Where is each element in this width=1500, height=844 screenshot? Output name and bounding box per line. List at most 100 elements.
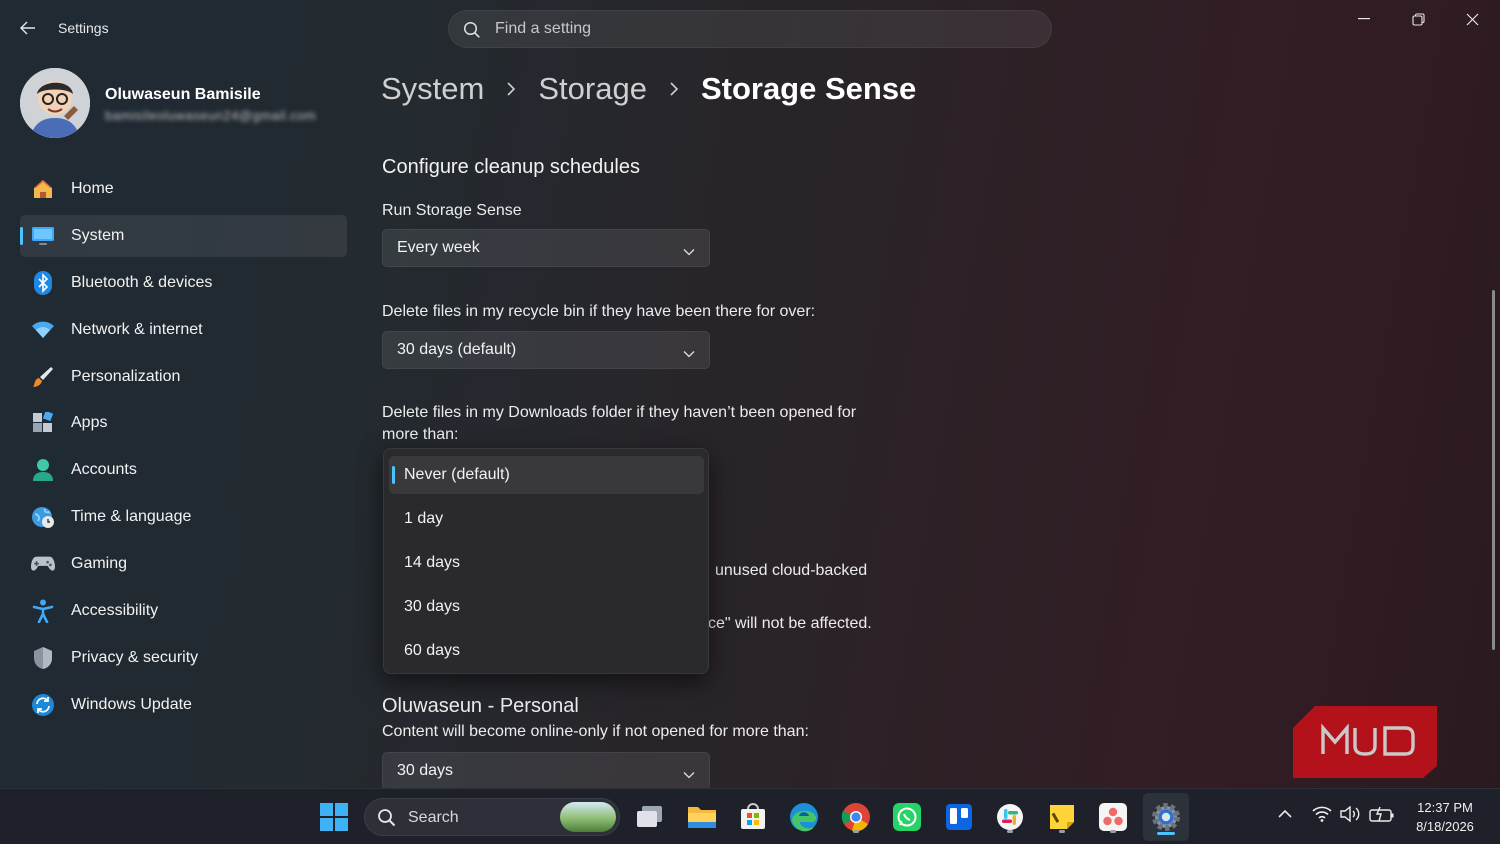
- trello-icon[interactable]: [941, 799, 977, 835]
- active-indicator: [1157, 832, 1175, 835]
- taskbar: Search 12:37 PM 8/18/2026: [0, 788, 1500, 844]
- accessibility-icon: [31, 599, 55, 624]
- sidebar-item-label: System: [71, 226, 125, 244]
- wifi-icon: [31, 318, 55, 342]
- whatsapp-icon[interactable]: [889, 799, 925, 835]
- content-scrollbar[interactable]: [1492, 290, 1495, 650]
- chevron-down-icon: [683, 766, 695, 784]
- chevron-down-icon: [683, 243, 695, 261]
- onedrive-label: Content will become online-only if not o…: [382, 723, 809, 740]
- breadcrumb: System Storage Storage Sense: [381, 68, 916, 110]
- home-icon: [31, 177, 55, 201]
- sidebar-item-bluetooth[interactable]: Bluetooth & devices: [20, 262, 347, 304]
- app-title: Settings: [58, 20, 109, 36]
- sidebar-item-home[interactable]: Home: [20, 168, 347, 210]
- user-profile[interactable]: Oluwaseun Bamisile bamisileoluwaseun24@g…: [20, 68, 350, 140]
- task-view-icon[interactable]: [632, 799, 668, 835]
- close-button[interactable]: [1449, 6, 1495, 32]
- restore-icon: [1411, 12, 1425, 26]
- taskbar-search-label: Search: [408, 809, 459, 826]
- sidebar-item-label: Apps: [71, 414, 108, 432]
- show-hidden-icons-button[interactable]: [1277, 807, 1293, 825]
- sidebar-item-windows-update[interactable]: Windows Update: [20, 684, 347, 726]
- minimize-button[interactable]: [1341, 6, 1387, 32]
- sidebar-item-label: Privacy & security: [71, 648, 199, 666]
- windows-logo-icon: [320, 803, 348, 831]
- muo-logo: [1293, 706, 1437, 778]
- sticky-notes-icon[interactable]: [1044, 799, 1080, 835]
- sidebar-item-time-language[interactable]: Time & language: [20, 496, 347, 538]
- taskbar-search[interactable]: Search: [364, 798, 620, 836]
- dropdown-value: Every week: [397, 239, 480, 256]
- onedrive-account-title: Oluwaseun - Personal: [382, 695, 579, 717]
- dropdown-option-60-days[interactable]: 60 days: [389, 632, 704, 670]
- sidebar-item-label: Accounts: [71, 461, 137, 479]
- sidebar-item-label: Accessibility: [71, 602, 159, 620]
- gamepad-icon: [31, 552, 55, 576]
- sidebar-item-accounts[interactable]: Accounts: [20, 449, 347, 491]
- back-button[interactable]: [14, 16, 42, 40]
- restore-button[interactable]: [1395, 6, 1441, 32]
- dropdown-option-14-days[interactable]: 14 days: [389, 544, 704, 582]
- downloads-dropdown-menu: Never (default) 1 day 14 days 30 days 60…: [383, 448, 709, 674]
- file-explorer-icon[interactable]: [684, 799, 720, 835]
- cloud-content-text: unused cloud-backed: [715, 562, 868, 579]
- sidebar-item-network[interactable]: Network & internet: [20, 309, 347, 351]
- close-icon: [1466, 13, 1478, 25]
- breadcrumb-storage[interactable]: Storage: [538, 71, 647, 107]
- run-storage-sense-dropdown[interactable]: Every week: [382, 229, 710, 267]
- edge-icon[interactable]: [786, 799, 822, 835]
- sidebar-item-privacy[interactable]: Privacy & security: [20, 637, 347, 679]
- running-indicator: [1110, 830, 1116, 833]
- sidebar-item-label: Home: [71, 180, 114, 197]
- system-clock[interactable]: 12:37 PM 8/18/2026: [1402, 798, 1488, 836]
- search-icon: [463, 21, 481, 44]
- monitor-icon: [31, 224, 55, 248]
- dropdown-option-never[interactable]: Never (default): [389, 456, 704, 494]
- recycle-bin-dropdown[interactable]: 30 days (default): [382, 331, 710, 369]
- running-indicator: [1059, 830, 1065, 833]
- option-label: 1 day: [404, 510, 444, 527]
- cloud-content-note: ce" will not be affected.: [708, 615, 872, 632]
- dropdown-option-30-days[interactable]: 30 days: [389, 588, 704, 626]
- breadcrumb-system[interactable]: System: [381, 71, 484, 107]
- back-arrow-icon: [20, 21, 35, 35]
- person-icon: [31, 458, 55, 482]
- slack-icon[interactable]: [992, 799, 1028, 835]
- wifi-status-icon[interactable]: [1312, 806, 1332, 827]
- dropdown-option-1-day[interactable]: 1 day: [389, 500, 704, 538]
- settings-search[interactable]: [448, 10, 1052, 48]
- sidebar-item-label: Personalization: [71, 367, 181, 385]
- chevron-right-icon: [669, 81, 679, 97]
- settings-icon[interactable]: [1148, 799, 1184, 835]
- shield-icon: [31, 646, 55, 670]
- search-icon: [377, 808, 397, 833]
- battery-icon[interactable]: [1369, 806, 1395, 827]
- bluetooth-icon: [31, 270, 55, 295]
- chrome-icon[interactable]: [838, 799, 874, 835]
- title-bar: Settings: [0, 0, 1500, 58]
- recycle-bin-label: Delete files in my recycle bin if they h…: [382, 303, 816, 320]
- sidebar-item-system[interactable]: System: [20, 214, 347, 257]
- onedrive-dropdown[interactable]: 30 days: [382, 752, 710, 788]
- sidebar-item-label: Windows Update: [71, 695, 192, 713]
- sidebar-item-accessibility[interactable]: Accessibility: [20, 590, 347, 632]
- search-input[interactable]: [495, 11, 1015, 47]
- globe-clock-icon: [31, 505, 55, 529]
- run-storage-sense-label: Run Storage Sense: [382, 202, 522, 219]
- clock-time: 12:37 PM: [1417, 800, 1473, 815]
- store-icon[interactable]: [735, 799, 771, 835]
- sidebar-item-label: Gaming: [71, 555, 128, 573]
- minimize-icon: [1358, 18, 1370, 20]
- volume-icon[interactable]: [1340, 805, 1362, 827]
- sidebar-item-apps[interactable]: Apps: [20, 402, 347, 444]
- page-title: Storage Sense: [700, 71, 917, 106]
- sidebar-item-gaming[interactable]: Gaming: [20, 543, 347, 585]
- asana-icon[interactable]: [1095, 799, 1131, 835]
- option-label: 60 days: [404, 642, 461, 659]
- running-indicator: [853, 830, 859, 833]
- running-indicator: [1007, 830, 1013, 833]
- start-button[interactable]: [316, 799, 352, 835]
- dropdown-value: 30 days: [397, 762, 454, 779]
- sidebar-item-personalization[interactable]: Personalization: [20, 356, 347, 398]
